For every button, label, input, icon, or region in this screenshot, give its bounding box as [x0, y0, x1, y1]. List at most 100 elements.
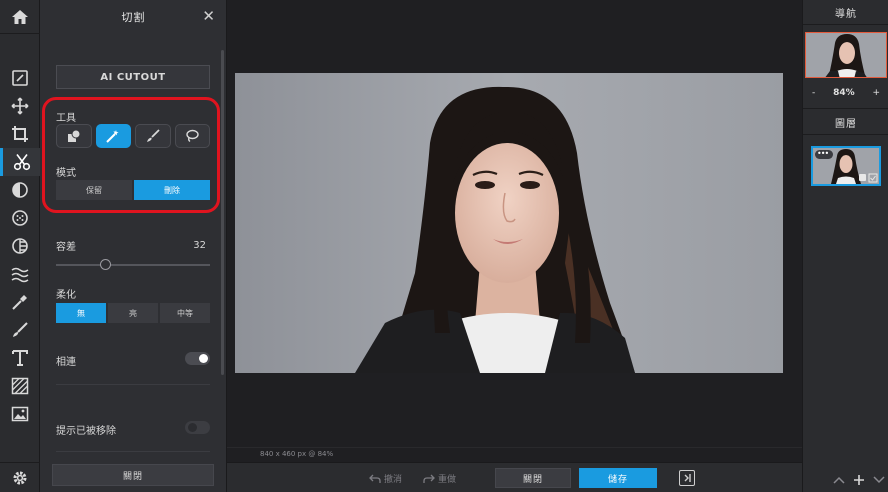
zoom-level: 84% — [833, 88, 855, 98]
brush-tool-button[interactable] — [135, 124, 171, 148]
redo-icon — [423, 474, 435, 483]
tool-texture[interactable] — [0, 372, 40, 400]
zoom-out-button[interactable]: - — [812, 88, 815, 98]
mode-segmented-control: 保留 刪除 — [56, 180, 210, 200]
adjust-icon — [12, 70, 28, 86]
cut-tool-group — [56, 124, 210, 148]
feather-none-option[interactable]: 無 — [56, 303, 106, 323]
feather-label: 柔化 — [56, 290, 76, 301]
brush-icon — [13, 322, 28, 337]
close-button[interactable]: 關閉 — [495, 468, 571, 488]
zoom-control: - 84% + — [803, 84, 888, 102]
layers-title: 圖層 — [835, 118, 857, 130]
portrait-photo[interactable] — [235, 73, 783, 373]
lasso-tool-button[interactable] — [174, 124, 210, 148]
dropper-icon — [12, 295, 27, 310]
tolerance-slider-track[interactable] — [56, 264, 210, 266]
tool-move[interactable] — [0, 92, 40, 120]
magic-wand-icon — [106, 130, 119, 143]
save-button[interactable]: 儲存 — [579, 468, 657, 488]
show-removed-toggle[interactable] — [185, 421, 210, 434]
close-icon[interactable]: ✕ — [202, 9, 215, 24]
contiguous-toggle[interactable] — [185, 352, 210, 365]
tool-adjust[interactable] — [0, 64, 40, 92]
feather-medium-option[interactable]: 中等 — [160, 303, 210, 323]
tolerance-value: 32 — [193, 240, 206, 251]
gear-icon — [13, 471, 27, 484]
undo-label: 撤消 — [384, 475, 403, 485]
tolerance-label: 容差 — [56, 242, 76, 253]
canvas-area: 840 x 460 px @ 84% — [227, 0, 802, 462]
panel-divider — [56, 384, 210, 385]
panel-divider — [803, 108, 888, 109]
panel-scrollbar[interactable] — [221, 50, 224, 375]
mode-keep-option[interactable]: 保留 — [56, 180, 132, 200]
panel-header: 切割 ✕ — [40, 0, 227, 34]
settings-button[interactable] — [0, 462, 40, 492]
panel-divider — [803, 24, 888, 25]
home-icon — [12, 9, 28, 24]
panel-divider — [56, 451, 210, 452]
brush-icon — [146, 129, 160, 142]
mode-delete-option[interactable]: 刪除 — [134, 180, 210, 200]
navigator-preview — [806, 33, 886, 77]
texture-icon — [11, 377, 29, 395]
tool-text[interactable] — [0, 344, 40, 372]
layer-menu-icon[interactable]: ••• — [817, 149, 829, 158]
panel-toggle-icon — [684, 474, 691, 482]
canvas-size-info: 840 x 460 px @ 84% — [260, 450, 334, 458]
navigator-title: 導航 — [835, 8, 857, 20]
tool-cut[interactable] — [0, 148, 40, 176]
panel-title: 切割 — [121, 11, 146, 24]
ai-cutout-button[interactable]: AI CUTOUT — [56, 65, 210, 89]
tool-image[interactable] — [0, 400, 40, 428]
tool-sidebar — [0, 0, 40, 492]
chevron-down-icon[interactable] — [873, 476, 885, 484]
navigator-thumbnail[interactable] — [805, 32, 887, 78]
crop-icon — [12, 126, 28, 142]
tolerance-slider-handle[interactable] — [99, 259, 111, 270]
home-button[interactable] — [0, 0, 40, 34]
tool-brush[interactable] — [0, 316, 40, 344]
panel-close-button[interactable]: 關閉 — [52, 464, 214, 486]
effects-icon — [12, 210, 28, 226]
zoom-in-button[interactable]: + — [872, 88, 880, 98]
redo-button[interactable]: 重做 — [423, 472, 456, 485]
move-icon — [11, 97, 29, 115]
magic-wand-tool-button[interactable] — [95, 124, 131, 148]
undo-icon — [369, 474, 381, 483]
tool-effects[interactable] — [0, 204, 40, 232]
undo-button[interactable]: 撤消 — [369, 472, 402, 485]
image-icon — [11, 406, 29, 422]
cut-panel: 切割 ✕ AI CUTOUT 工具 模式 保留 刪除 容差 32 柔化 無 亮 … — [40, 0, 227, 492]
app-window: 切割 ✕ AI CUTOUT 工具 模式 保留 刪除 容差 32 柔化 無 亮 … — [0, 0, 888, 492]
waves-icon — [11, 267, 29, 283]
shape-tool-button[interactable] — [56, 124, 92, 148]
shape-icon — [67, 129, 81, 142]
tool-crop[interactable] — [0, 120, 40, 148]
mode-label: 模式 — [56, 168, 76, 179]
add-layer-icon[interactable] — [853, 474, 865, 486]
feather-segmented-control: 無 亮 中等 — [56, 303, 210, 323]
filter-icon — [12, 182, 28, 198]
toggle-knob — [199, 354, 208, 363]
tool-dropper[interactable] — [0, 288, 40, 316]
liquify-icon — [12, 238, 28, 254]
cut-icon — [13, 154, 30, 171]
layer-controls — [803, 472, 888, 488]
feather-light-option[interactable]: 亮 — [108, 303, 158, 323]
chevron-up-icon[interactable] — [833, 476, 845, 484]
text-icon — [12, 350, 28, 366]
toggle-knob — [188, 423, 197, 432]
lasso-icon — [186, 129, 199, 143]
layer-item[interactable]: ••• — [811, 146, 881, 186]
tool-waves[interactable] — [0, 260, 40, 288]
tool-filter[interactable] — [0, 176, 40, 204]
show-removed-label: 提示已被移除 — [56, 426, 116, 437]
toggle-panel-button[interactable] — [679, 470, 695, 486]
redo-label: 重做 — [438, 475, 457, 485]
portrait-illustration — [235, 73, 783, 373]
tool-liquify[interactable] — [0, 232, 40, 260]
canvas-divider — [227, 447, 802, 448]
contiguous-label: 相連 — [56, 357, 76, 368]
